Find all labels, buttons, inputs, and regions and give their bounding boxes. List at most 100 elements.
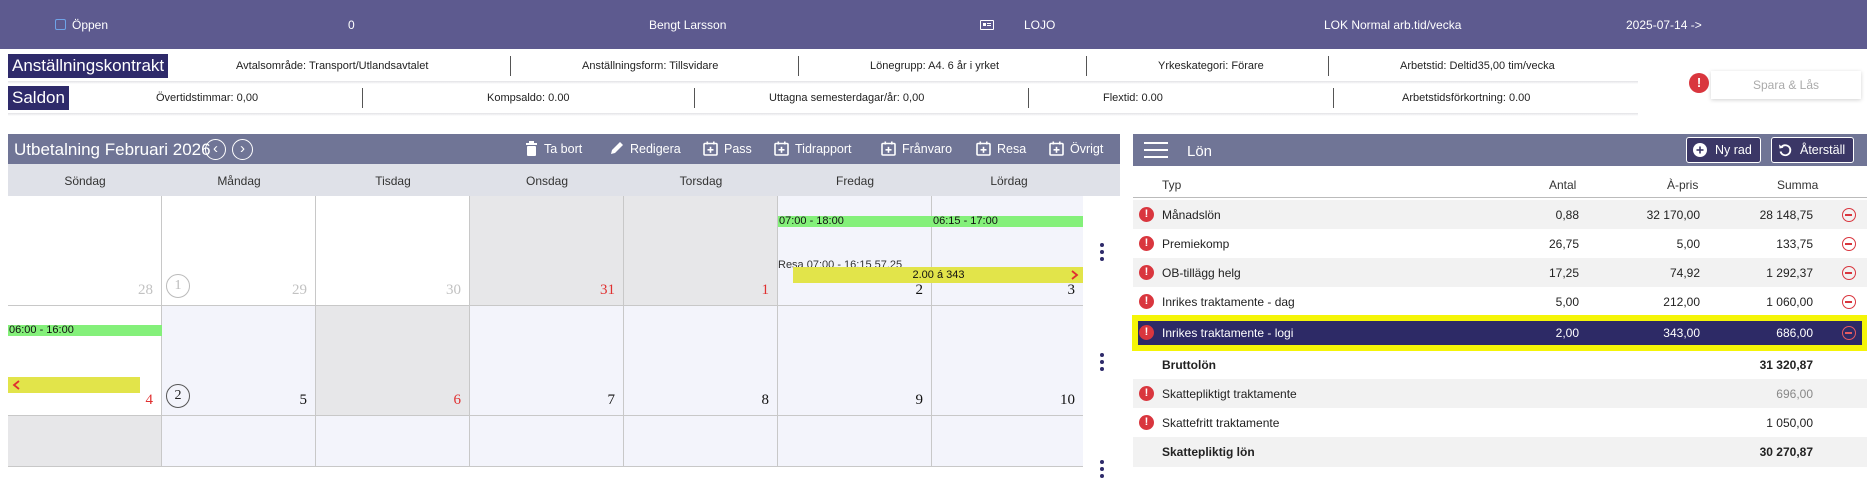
save-lock-button[interactable]: Spara & Lås [1711, 71, 1861, 99]
calendar-day[interactable]: 1 [624, 196, 778, 306]
calendar-day[interactable] [778, 416, 932, 467]
calendar-day[interactable]: 31 [470, 196, 624, 306]
saldon-label: Saldon [8, 86, 69, 110]
menu-icon[interactable] [1144, 140, 1168, 160]
alert-icon: ! [1139, 236, 1154, 251]
row-summa: 686,00 [1776, 326, 1813, 340]
prev-month-button[interactable]: ‹ [205, 139, 226, 160]
remove-row-icon[interactable] [1842, 266, 1856, 280]
location-value: LOJO [1024, 18, 1056, 32]
weekday-label: Lördag [990, 174, 1028, 188]
delete-button[interactable]: Ta bort [525, 141, 582, 156]
brutto-label: Bruttolön [1162, 358, 1216, 372]
lon-row[interactable]: ! Månadslön 0,88 32 170,00 28 148,75 [1133, 200, 1867, 229]
weekday-label: Fredag [835, 174, 875, 188]
calendar-day[interactable] [162, 416, 316, 467]
calendar-day[interactable]: 30 [316, 196, 470, 306]
lon-row-selected[interactable]: ! Inrikes traktamente - logi 2,00 343,00… [1132, 315, 1867, 351]
lon-header: Lön Ny rad Återställ [1133, 134, 1867, 166]
alert-icon: ! [1139, 325, 1154, 340]
calendar-day[interactable] [316, 416, 470, 467]
shift-event[interactable]: 06:00 - 16:00 [8, 325, 162, 336]
remove-row-icon[interactable] [1842, 208, 1856, 222]
calendar-day[interactable]: 9 [778, 306, 932, 416]
row-summa: 696,00 [1776, 387, 1813, 401]
saldon-row: Saldon Övertidstimmar: 0,00 Kompsaldo: 0… [8, 84, 1638, 113]
lon-row[interactable]: ! Skattefritt traktamente 1 050,00 [1133, 408, 1867, 437]
row-type: OB-tillägg helg [1162, 266, 1241, 280]
pass-button[interactable]: Pass [703, 141, 752, 156]
row-type: Skattepliktigt traktamente [1162, 387, 1297, 401]
weekday-label: Onsdag [525, 174, 569, 188]
lon-row[interactable]: ! Inrikes traktamente - dag 5,00 212,00 … [1133, 287, 1867, 316]
arbetstidsforkortning: Arbetstidsförkortning: 0.00 [1402, 92, 1531, 104]
trip-bar[interactable]: 2.00 á 343 [793, 267, 1084, 283]
day-number: 6 [453, 392, 462, 408]
resa-button[interactable]: Resa [976, 141, 1026, 156]
calendar-plus-icon [774, 141, 789, 156]
calendar-day[interactable] [470, 416, 624, 467]
new-row-label: Ny rad [1715, 143, 1752, 157]
shift-event[interactable]: 06:15 - 17:00 [932, 216, 1084, 227]
franvaro-label: Frånvaro [902, 142, 953, 156]
franvaro-button[interactable]: Frånvaro [881, 141, 952, 156]
week-number[interactable]: 2 [166, 384, 190, 408]
period-date[interactable]: 2025-07-14 -> [1626, 18, 1702, 32]
tidrapport-button[interactable]: Tidrapport [774, 141, 852, 156]
flextid: Flextid: 0.00 [1103, 92, 1163, 104]
day-number: 3 [1067, 282, 1076, 298]
calendar-day[interactable] [624, 416, 778, 467]
calendar-day[interactable]: 28 [8, 196, 162, 306]
lon-row[interactable]: ! OB-tillägg helg 17,25 74,92 1 292,37 [1133, 258, 1867, 287]
day-number: 7 [607, 392, 616, 408]
skattepliktig-lon-summa: 30 270,87 [1759, 445, 1813, 459]
calendar-day[interactable]: 8 [624, 306, 778, 416]
calendar-day[interactable]: 7 [470, 306, 624, 416]
calendar-day[interactable]: 6 [316, 306, 470, 416]
remove-row-icon[interactable] [1842, 326, 1856, 340]
id-card-icon [980, 18, 994, 32]
pencil-icon [611, 142, 623, 154]
next-month-button[interactable]: › [232, 139, 253, 160]
more-options-icon[interactable] [1100, 243, 1104, 261]
row-antal: 2,00 [1555, 326, 1579, 340]
alert-icon[interactable]: ! [1689, 73, 1709, 93]
trip-bar-label: 2.00 á 343 [912, 269, 965, 281]
brutto-summa: 31 320,87 [1759, 358, 1813, 372]
row-antal: 17,25 [1548, 266, 1579, 280]
remove-row-icon[interactable] [1842, 237, 1856, 251]
new-row-button[interactable]: Ny rad [1686, 137, 1761, 163]
row-summa: 1 050,00 [1766, 416, 1813, 430]
reset-button[interactable]: Återställ [1771, 137, 1855, 163]
divider [1328, 56, 1329, 76]
calendar-day[interactable]: 2 5 [162, 306, 316, 416]
semesterdagar: Uttagna semesterdagar/år: 0,00 [769, 92, 925, 104]
calendar-day[interactable]: 1 29 [162, 196, 316, 306]
shift-event[interactable]: 07:00 - 18:00 [778, 216, 932, 227]
lon-row[interactable]: ! Premiekomp 26,75 5,00 133,75 [1133, 229, 1867, 258]
weekday-header: Söndag Måndag Tisdag Onsdag Torsdag Fred… [8, 164, 1120, 196]
edit-button[interactable]: Redigera [609, 141, 681, 156]
row-apris: 5,00 [1676, 237, 1700, 251]
ovrigt-button[interactable]: Övrigt [1049, 141, 1103, 156]
calendar-day[interactable]: 3 [932, 196, 1084, 306]
trip-bar-continued[interactable] [8, 377, 140, 393]
calendar-day[interactable]: 4 [8, 306, 162, 416]
calendar-day[interactable]: 2 [778, 196, 932, 306]
calendar-day[interactable]: 10 [932, 306, 1084, 416]
more-options-icon[interactable] [1100, 460, 1104, 478]
calendar-day[interactable] [932, 416, 1084, 467]
calendar-day[interactable] [8, 416, 162, 467]
remove-row-icon[interactable] [1842, 295, 1856, 309]
week-number[interactable]: 1 [166, 274, 190, 298]
more-options-icon[interactable] [1100, 353, 1104, 371]
divider [1028, 88, 1029, 108]
status-indicator[interactable]: Öppen [55, 18, 108, 32]
skattepliktig-lon-label: Skattepliktig lön [1162, 445, 1255, 459]
checkbox-icon[interactable] [55, 19, 66, 30]
lon-row[interactable]: ! Skattepliktigt traktamente 696,00 [1133, 379, 1867, 408]
reset-label: Återställ [1800, 143, 1846, 157]
tidrapport-label: Tidrapport [795, 142, 852, 156]
col-antal: Antal [1549, 178, 1577, 192]
day-number: 2 [915, 282, 924, 298]
